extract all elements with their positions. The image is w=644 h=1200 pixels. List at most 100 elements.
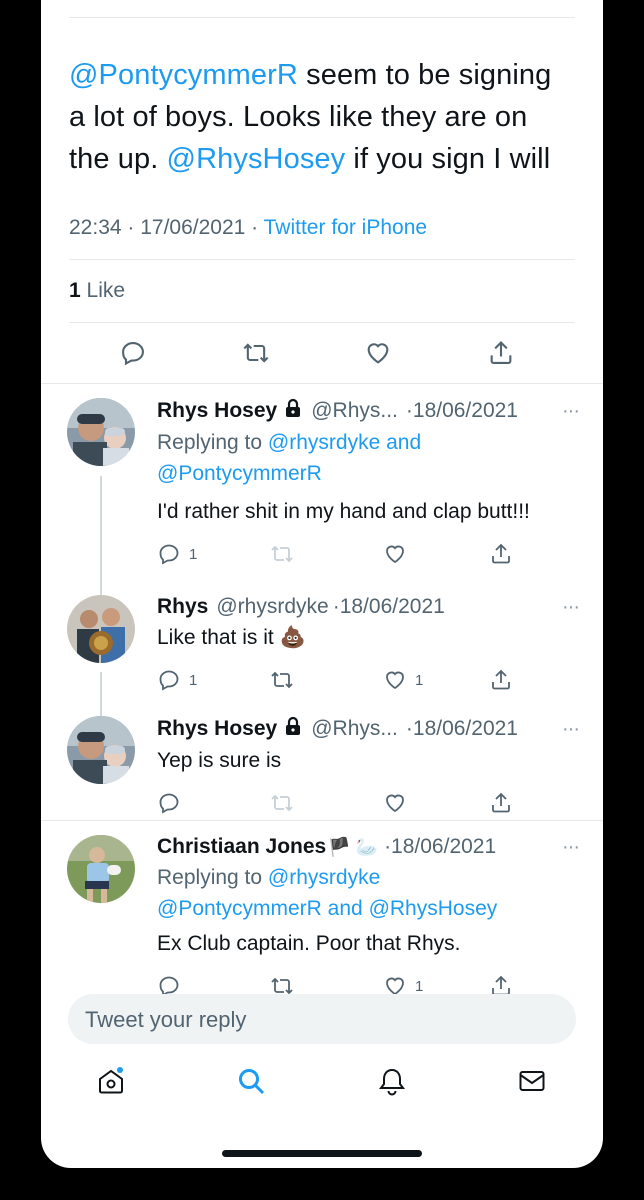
- tweet-detail-screen: @PontycymmerR seem to be signing a lot o…: [41, 0, 603, 1168]
- tweet-time: 22:34: [69, 216, 122, 239]
- like-icon[interactable]: [383, 542, 407, 566]
- more-options-icon[interactable]: ···: [562, 596, 580, 619]
- reply-tweet[interactable]: Rhys Hosey @Rhys... ·18/06/2021 ··· Yep …: [41, 706, 603, 820]
- more-options-icon[interactable]: ···: [562, 718, 580, 741]
- avatar[interactable]: [67, 595, 135, 663]
- replying-and: and: [321, 897, 369, 920]
- tweet-source[interactable]: Twitter for iPhone: [264, 216, 427, 239]
- bottom-tab-bar: [41, 1066, 603, 1112]
- reply-icon[interactable]: [157, 542, 181, 566]
- reply-body: Rhys Hosey @Rhys... ·18/06/2021 ··· Yep …: [157, 716, 603, 820]
- like-action[interactable]: [383, 542, 489, 566]
- share-icon[interactable]: [489, 668, 513, 692]
- replying-to: Replying to @rhysrdyke and: [157, 427, 579, 458]
- share-icon[interactable]: [489, 542, 513, 566]
- reply-date: ·18/06/2021: [405, 399, 518, 422]
- display-name[interactable]: Rhys Hosey: [157, 399, 277, 423]
- reply-date: ·18/06/2021: [384, 835, 497, 858]
- search-icon[interactable]: [236, 1066, 266, 1096]
- like-label: Like: [86, 279, 126, 302]
- reply-date: ·18/06/2021: [332, 595, 445, 618]
- retweet-action[interactable]: [270, 791, 383, 815]
- name-emoji: 🏴 🦢: [328, 836, 379, 857]
- more-options-icon[interactable]: ···: [562, 400, 580, 423]
- tweet-actions: [69, 323, 575, 383]
- user-handle[interactable]: @Rhys...: [311, 399, 398, 423]
- thread-line: [100, 706, 102, 716]
- like-count: 1: [69, 279, 81, 302]
- home-icon[interactable]: [96, 1066, 126, 1096]
- reply-body: Rhys @rhysrdyke ·18/06/2021 ··· Like tha…: [157, 595, 603, 706]
- replying-prefix: Replying to: [157, 866, 268, 889]
- reply-header: Christiaan Jones 🏴 🦢 ·18/06/2021 ···: [157, 835, 580, 859]
- tweet-reply-input[interactable]: Tweet your reply: [68, 994, 576, 1044]
- share-action[interactable]: [489, 668, 513, 692]
- reply-action[interactable]: 1: [157, 668, 270, 692]
- like-action[interactable]: 1: [383, 668, 489, 692]
- thread-line: [100, 588, 102, 595]
- retweet-icon[interactable]: [270, 791, 294, 815]
- tweet-date: 17/06/2021: [140, 216, 246, 239]
- thread-line: [100, 476, 102, 590]
- reply-icon[interactable]: [157, 668, 181, 692]
- display-name[interactable]: Rhys Hosey: [157, 717, 277, 741]
- mention-link[interactable]: @PontycymmerR: [69, 59, 298, 91]
- display-name[interactable]: Rhys: [157, 595, 208, 619]
- reply-text: Like that is it 💩: [157, 626, 306, 649]
- more-options-icon[interactable]: ···: [562, 836, 580, 859]
- reply-text: Ex Club captain. Poor that Rhys.: [157, 932, 461, 955]
- reply-action[interactable]: 1: [157, 542, 270, 566]
- home-indicator: [222, 1150, 422, 1157]
- retweet-action[interactable]: [270, 668, 383, 692]
- mention-link[interactable]: @rhysrdyke: [268, 431, 380, 454]
- top-divider: [69, 0, 575, 18]
- tweet-text: @PontycymmerR seem to be signing a lot o…: [69, 54, 575, 180]
- avatar[interactable]: [67, 398, 135, 466]
- mention-link[interactable]: @PontycymmerR: [157, 897, 322, 920]
- mention-link[interactable]: @PontycymmerR: [157, 458, 579, 489]
- like-icon[interactable]: [383, 668, 407, 692]
- retweet-icon[interactable]: [270, 668, 294, 692]
- like-icon[interactable]: [383, 791, 407, 815]
- reply-icon[interactable]: [157, 791, 181, 815]
- reply-text: Yep is sure is: [157, 749, 282, 772]
- reply-actions: 1: [157, 537, 579, 571]
- reply-actions: [157, 786, 579, 820]
- like-icon[interactable]: [364, 339, 392, 367]
- reply-icon[interactable]: [119, 339, 147, 367]
- reply-tweet[interactable]: Rhys Hosey @Rhys... ·18/06/2021 ··· Repl…: [41, 384, 603, 590]
- share-action[interactable]: [489, 791, 513, 815]
- like-action[interactable]: [383, 791, 489, 815]
- reply-actions: 1 1: [157, 663, 579, 697]
- retweet-action[interactable]: [270, 542, 383, 566]
- avatar[interactable]: [67, 716, 135, 784]
- replying-and: and: [380, 431, 422, 454]
- reply-action[interactable]: [157, 791, 270, 815]
- display-name[interactable]: Christiaan Jones: [157, 835, 326, 859]
- user-handle[interactable]: @Rhys...: [311, 717, 398, 741]
- reply-header: Rhys Hosey @Rhys... ·18/06/2021 ···: [157, 716, 580, 742]
- tweet-meta: 22:34 · 17/06/2021 · Twitter for iPhone: [69, 216, 428, 239]
- retweet-icon[interactable]: [242, 339, 270, 367]
- reply-tweet[interactable]: Christiaan Jones 🏴 🦢 ·18/06/2021 ··· Rep…: [41, 821, 603, 1001]
- reply-count: 1: [189, 671, 198, 689]
- notifications-icon[interactable]: [377, 1066, 407, 1096]
- replying-prefix: Replying to: [157, 431, 268, 454]
- likes-summary[interactable]: 1 Like: [69, 259, 575, 323]
- mention-link[interactable]: @rhysrdyke: [268, 866, 380, 889]
- reply-date: ·18/06/2021: [405, 717, 518, 740]
- messages-icon[interactable]: [517, 1066, 547, 1096]
- share-icon[interactable]: [489, 791, 513, 815]
- tweet-text-part: if you sign I will: [345, 143, 551, 175]
- share-icon[interactable]: [487, 339, 515, 367]
- avatar[interactable]: [67, 835, 135, 903]
- thread-line: [100, 672, 102, 706]
- mention-link[interactable]: @RhysHosey: [369, 897, 498, 920]
- mention-link[interactable]: @RhysHosey: [167, 143, 346, 175]
- share-action[interactable]: [489, 542, 513, 566]
- retweet-icon[interactable]: [270, 542, 294, 566]
- reply-body: Christiaan Jones 🏴 🦢 ·18/06/2021 ··· Rep…: [157, 835, 603, 1001]
- reply-count: 1: [189, 545, 198, 563]
- user-handle[interactable]: @rhysrdyke: [216, 595, 328, 619]
- reply-tweet[interactable]: Rhys @rhysrdyke ·18/06/2021 ··· Like tha…: [41, 588, 603, 706]
